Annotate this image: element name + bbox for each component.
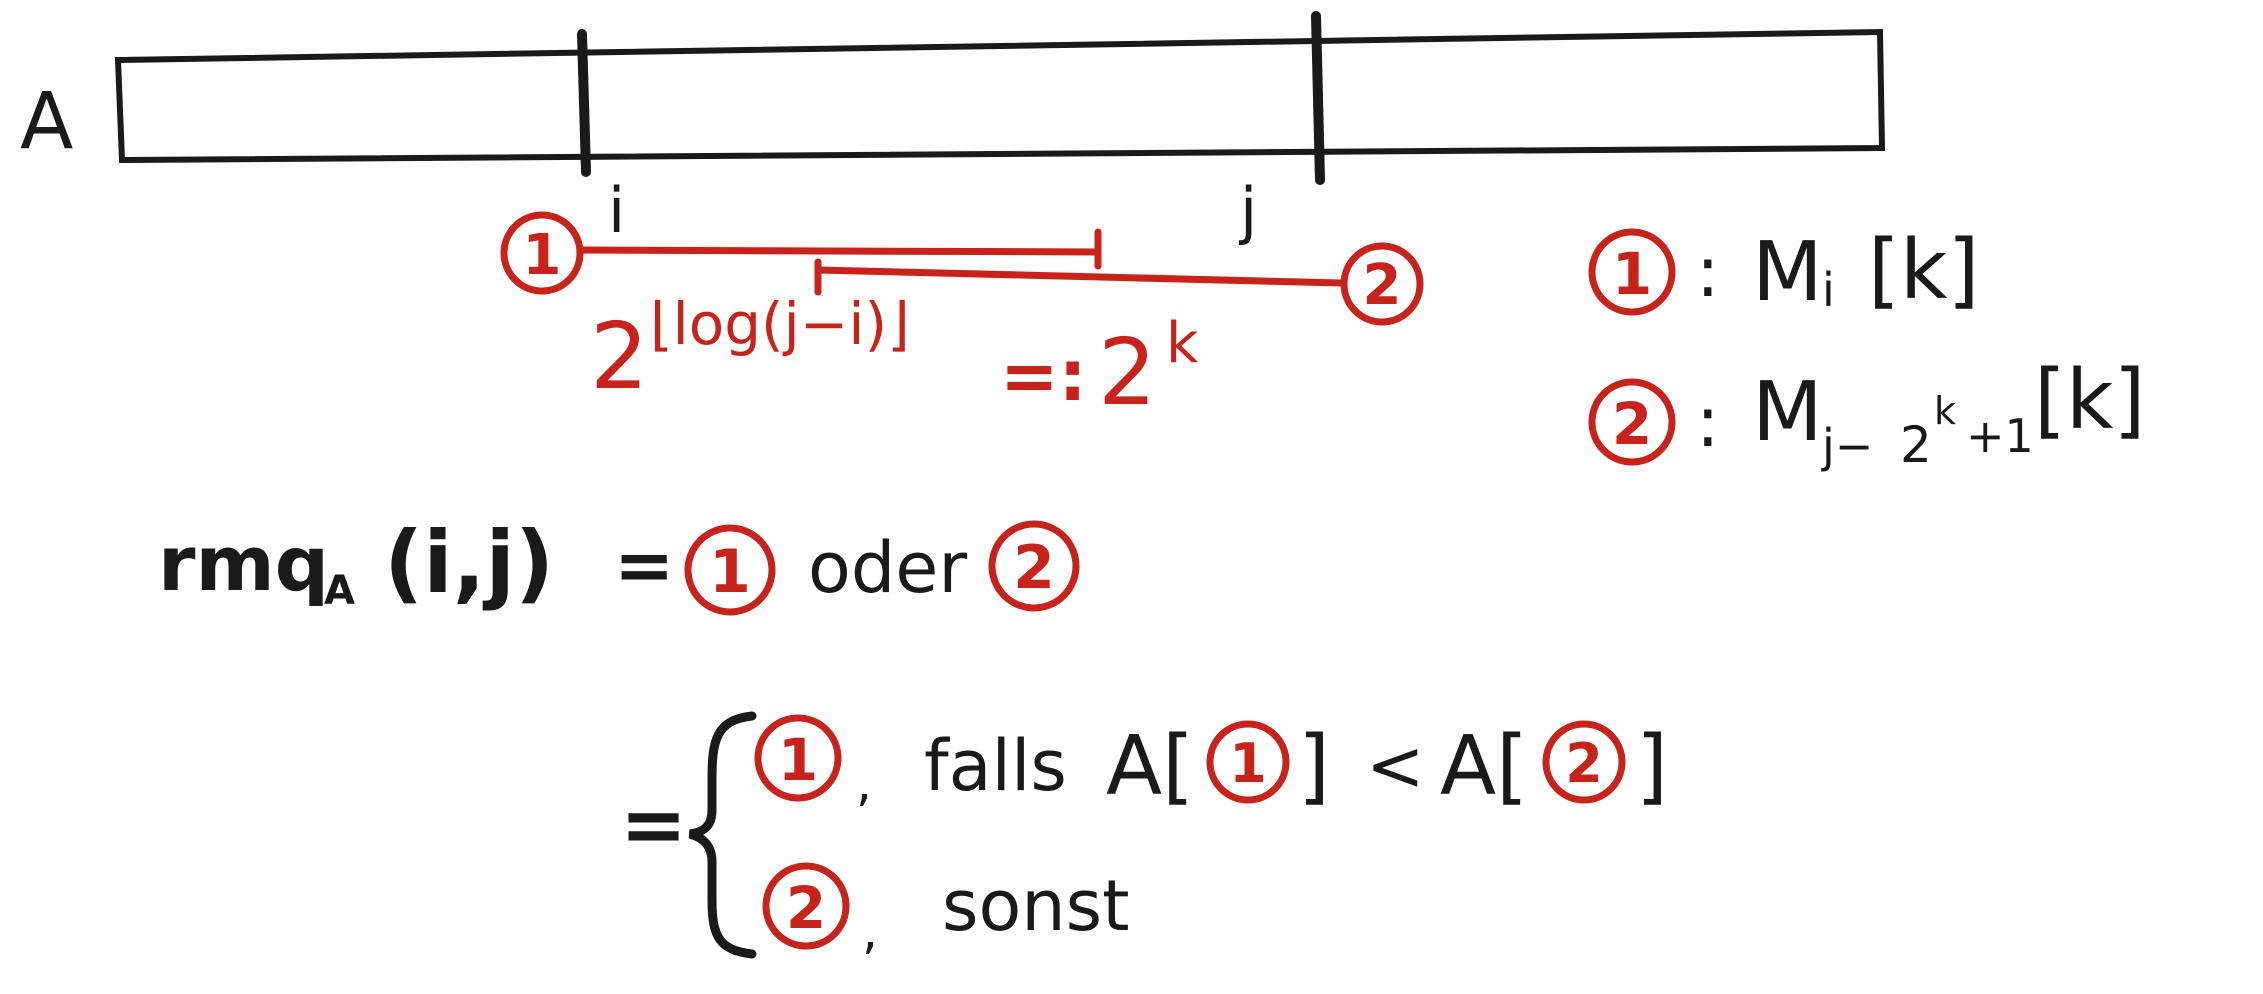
legend-item-two: 2 : M j− 2 k +1 [k] — [1588, 353, 2145, 474]
rmq-equals: = — [614, 523, 674, 607]
case-one-close1: ] — [1298, 719, 1330, 814]
case-one-inner-two-marker: 2 — [1565, 732, 1603, 795]
case-one-a2: A[ — [1440, 719, 1528, 814]
array-label: A — [20, 77, 73, 167]
cases-brace — [688, 711, 757, 959]
legend-two-sub-exp: k — [1934, 389, 1956, 433]
span-base: 2 — [590, 303, 649, 410]
rmq-sketch: A i j 1 2 2 ⌊log(j−i)⌋ =: 2 k 1 : M i [k… — [20, 11, 2145, 960]
rmq-args: (i,j) — [384, 513, 554, 613]
case-one-a1: A[ — [1106, 719, 1194, 814]
span-result-base: 2 — [1098, 319, 1157, 426]
rmq-two-marker: 2 — [1013, 533, 1055, 603]
interval-one — [500, 211, 1102, 295]
rmq-oder: oder — [808, 527, 967, 609]
legend-one-bracket: [k] — [1868, 223, 1979, 318]
case-two-marker: 2 — [786, 874, 826, 942]
case-two-sonst: sonst — [942, 865, 1130, 947]
case-one-inner-one-marker: 1 — [1229, 732, 1267, 795]
legend-one-colon: : — [1696, 231, 1720, 313]
legend-two-colon: : — [1696, 381, 1720, 463]
legend-two-marker: 2 — [1612, 390, 1652, 458]
legend-one-subscript: i — [1822, 263, 1835, 317]
marker-one-label: 1 — [523, 223, 562, 288]
cases-equals: = — [620, 778, 687, 871]
index-i-label: i — [608, 174, 625, 247]
case-one-sep: , — [856, 754, 872, 812]
index-i-divider — [577, 29, 591, 177]
legend-two-bracket: [k] — [2034, 353, 2145, 448]
array-a — [114, 11, 1886, 185]
index-j-divider — [1311, 11, 1325, 185]
case-one-lt: < — [1366, 725, 1425, 807]
rmq-subscript: A — [324, 568, 355, 614]
legend-item-one: 1 : M i [k] — [1588, 223, 1979, 320]
marker-two-label: 2 — [1363, 253, 1402, 318]
rmq-name: rmq — [158, 519, 329, 608]
legend-one-marker: 1 — [1612, 240, 1652, 308]
span-exponent: ⌊log(j−i)⌋ — [650, 290, 910, 358]
case-one-marker: 1 — [778, 726, 818, 794]
span-defines: =: — [1000, 335, 1087, 417]
rmq-formula: rmq A (i,j) = — [158, 513, 674, 614]
interval-one-line — [576, 246, 1102, 256]
legend-two-symbol: M — [1752, 365, 1823, 460]
rmq-one-marker: 1 — [709, 537, 751, 607]
array-box — [114, 28, 1886, 164]
legend-one-symbol: M — [1752, 225, 1823, 320]
legend-two-sub-b: 2 — [1900, 416, 1932, 474]
span-result-exp: k — [1166, 311, 1199, 376]
legend-two-sub-c: +1 — [1966, 409, 2034, 463]
legend-two-sub-a: j− — [1821, 419, 1873, 473]
span-label: 2 ⌊log(j−i)⌋ =: 2 k — [590, 290, 1199, 426]
case-two-sep: , — [862, 902, 878, 960]
case-one-falls: falls — [924, 725, 1067, 807]
index-j-label: j — [1238, 174, 1257, 247]
interval-two-line — [814, 266, 1346, 287]
case-one-close2: ] — [1636, 719, 1668, 814]
